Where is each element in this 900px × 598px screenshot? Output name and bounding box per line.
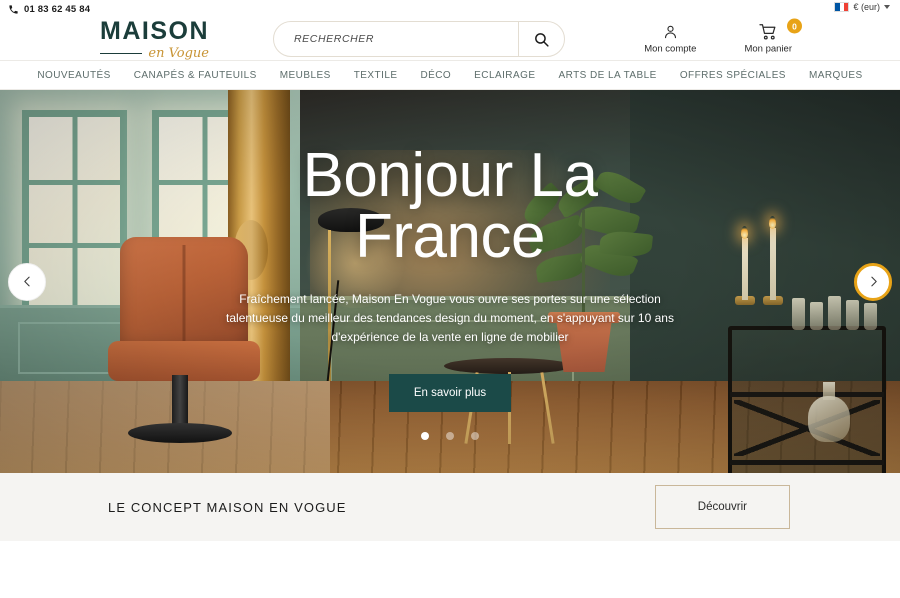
cart-label: Mon panier bbox=[744, 43, 792, 55]
search-button[interactable] bbox=[518, 22, 564, 56]
nav-item-canapes-fauteuils[interactable]: CANAPÉS & FAUTEUILS bbox=[134, 70, 257, 81]
locale-selector[interactable]: € (eur) bbox=[834, 2, 890, 12]
logo-tagline: en Vogue bbox=[148, 45, 209, 61]
carousel-dot-1[interactable] bbox=[421, 431, 429, 440]
chevron-left-icon bbox=[23, 276, 30, 287]
header-actions: Mon compte 0 Mon panier bbox=[644, 18, 802, 55]
hero-title-line2: France bbox=[355, 201, 545, 271]
hero-title-line1: Bonjour La bbox=[302, 141, 598, 210]
main-navigation: NOUVEAUTÉS CANAPÉS & FAUTEUILS MEUBLES T… bbox=[0, 60, 900, 90]
carousel-prev-button[interactable] bbox=[8, 262, 46, 301]
concept-discover-button[interactable]: Découvrir bbox=[654, 485, 790, 529]
phone-icon bbox=[9, 4, 18, 14]
nav-item-eclairage[interactable]: ECLAIRAGE bbox=[474, 70, 535, 81]
chevron-right-icon bbox=[870, 276, 877, 287]
nav-item-marques[interactable]: MARQUES bbox=[809, 70, 863, 81]
utility-bar: 01 83 62 45 84 € (eur) bbox=[0, 0, 900, 18]
logo-subrow: en Vogue bbox=[100, 47, 209, 60]
account-label: Mon compte bbox=[644, 43, 697, 55]
logo-divider bbox=[100, 52, 143, 54]
carousel-dot-2[interactable] bbox=[446, 431, 454, 440]
search-input[interactable] bbox=[274, 33, 518, 45]
hero-cta-button[interactable]: En savoir plus bbox=[388, 373, 512, 412]
phone-contact[interactable]: 01 83 62 45 84 bbox=[8, 4, 90, 15]
logo[interactable]: MAISON en Vogue bbox=[100, 16, 209, 60]
phone-number: 01 83 62 45 84 bbox=[24, 3, 91, 15]
hero-title: Bonjour La France bbox=[303, 145, 598, 271]
nav-item-nouveautes[interactable]: NOUVEAUTÉS bbox=[37, 70, 110, 81]
concept-section: LE CONCEPT MAISON EN VOGUE Découvrir bbox=[0, 473, 900, 541]
chevron-down-icon bbox=[884, 5, 890, 9]
hero-description: Fraîchement lancée, Maison En Vogue vous… bbox=[226, 291, 674, 345]
carousel-next-button[interactable] bbox=[854, 262, 892, 301]
nav-item-textile[interactable]: TEXTILE bbox=[354, 70, 398, 81]
carousel-dot-3[interactable] bbox=[471, 431, 479, 440]
cart-icon bbox=[759, 24, 776, 40]
nav-item-meubles[interactable]: MEUBLES bbox=[280, 70, 331, 81]
nav-item-arts-de-la-table[interactable]: ARTS DE LA TABLE bbox=[558, 70, 656, 81]
account-link[interactable]: Mon compte bbox=[644, 24, 696, 55]
hero-carousel: Bonjour La France Fraîchement lancée, Ma… bbox=[0, 90, 900, 473]
search-bar bbox=[273, 21, 565, 57]
hero-content: Bonjour La France Fraîchement lancée, Ma… bbox=[0, 90, 900, 473]
nav-item-deco[interactable]: DÉCO bbox=[420, 70, 451, 81]
currency-label: € (eur) bbox=[853, 2, 880, 12]
french-flag-icon bbox=[834, 2, 850, 12]
cart-link[interactable]: 0 Mon panier bbox=[744, 18, 802, 55]
logo-wordmark: MAISON bbox=[100, 16, 209, 45]
search-icon bbox=[535, 32, 549, 47]
site-header: MAISON en Vogue Mon compte bbox=[0, 18, 900, 60]
carousel-dots bbox=[421, 431, 479, 440]
user-icon bbox=[664, 25, 676, 39]
cart-count-badge: 0 bbox=[787, 18, 802, 34]
nav-item-offres-speciales[interactable]: OFFRES SPÉCIALES bbox=[680, 70, 786, 81]
concept-title: LE CONCEPT MAISON EN VOGUE bbox=[108, 499, 347, 515]
